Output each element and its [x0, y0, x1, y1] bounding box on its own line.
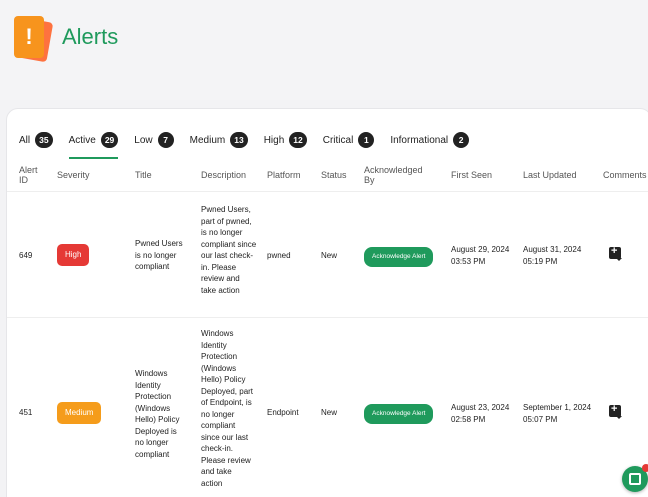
last-updated: August 31, 2024 05:19 PM [523, 244, 581, 267]
header-status[interactable]: Status [321, 170, 347, 180]
tab-count: 29 [100, 132, 119, 148]
tab-low[interactable]: Low 7 [134, 123, 174, 157]
last-updated-time: 05:07 PM [523, 414, 558, 424]
tab-count: 12 [289, 132, 307, 148]
page-title: Alerts [62, 24, 119, 49]
alert-platform: pwned [267, 251, 291, 260]
tab-count: 35 [35, 132, 53, 148]
header-severity[interactable]: Severity [57, 170, 90, 180]
alert-description: Pwned Users, part of pwned, is no longer… [201, 205, 257, 295]
tab-label: Low [134, 134, 153, 146]
last-updated-date: August 31, 2024 [523, 245, 582, 254]
acknowledge-cell: Acknowledge Alert [364, 404, 434, 424]
severity-cell: Medium [57, 402, 102, 424]
header-description[interactable]: Description [201, 170, 246, 180]
tab-count: 1 [358, 132, 375, 148]
acknowledge-alert-button[interactable]: Acknowledge Alert [364, 247, 434, 267]
alert-title[interactable]: Pwned Users is no longer compliant [135, 238, 187, 273]
notification-dot [642, 464, 648, 472]
tab-label: Critical [322, 134, 354, 146]
first-seen-time: 03:53 PM [451, 256, 486, 266]
last-updated: September 1, 2024 05:07 PM [523, 402, 591, 425]
tab-label: High [263, 134, 285, 146]
header-title[interactable]: Title [135, 170, 152, 180]
tab-label: Medium [189, 134, 226, 146]
alert-status: New [321, 408, 338, 417]
tab-all[interactable]: All 35 [19, 123, 53, 157]
severity-tabs: All 35 Active 29 Low 7 Medium 13 High 12… [19, 123, 485, 159]
header-comments[interactable]: Comments [603, 170, 647, 180]
header-acknowledged-by[interactable]: Acknowledged By [364, 165, 434, 185]
table-header: Alert ID Severity Title Description Plat… [7, 161, 648, 191]
tab-informational[interactable]: Informational 2 [390, 123, 470, 157]
tab-label: Informational [390, 134, 449, 146]
alerts-card: All 35 Active 29 Low 7 Medium 13 High 12… [6, 108, 648, 497]
header-platform[interactable]: Platform [267, 170, 301, 180]
tab-critical[interactable]: Critical 1 [323, 123, 375, 157]
last-updated-time: 05:19 PM [523, 256, 558, 266]
severity-badge: Medium [57, 402, 102, 424]
severity-cell: High [57, 244, 90, 266]
table-row: 451 Medium Windows Identity Protection (… [7, 317, 648, 497]
tab-label: Active [68, 134, 96, 146]
chat-icon[interactable] [622, 464, 648, 492]
first-seen-time: 02:58 PM [451, 414, 486, 424]
first-seen-date: August 29, 2024 [451, 245, 510, 254]
first-seen: August 29, 2024 03:53 PM [451, 244, 509, 267]
alert-icon: ! [12, 16, 54, 63]
tab-medium[interactable]: Medium 13 [190, 123, 248, 157]
table-row: 649 High Pwned Users is no longer compli… [7, 191, 648, 317]
severity-badge: High [57, 244, 90, 266]
alert-id: 451 [19, 408, 33, 417]
first-seen-date: August 23, 2024 [451, 403, 510, 412]
alert-status: New [321, 251, 338, 260]
tab-high[interactable]: High 12 [264, 123, 307, 157]
tab-count: 2 [453, 132, 470, 148]
alert-platform: Endpoint [267, 408, 299, 417]
alert-description: Windows Identity Protection (Windows Hel… [201, 329, 254, 488]
header-first-seen[interactable]: First Seen [451, 170, 492, 180]
last-updated-date: September 1, 2024 [523, 403, 592, 412]
alert-id: 649 [19, 251, 33, 260]
alert-title[interactable]: Windows Identity Protection (Windows Hel… [135, 368, 185, 460]
tab-count: 7 [157, 132, 174, 148]
acknowledge-cell: Acknowledge Alert [364, 247, 434, 267]
first-seen: August 23, 2024 02:58 PM [451, 402, 509, 425]
add-comment-icon[interactable] [609, 403, 622, 419]
page-header: ! Alerts [0, 0, 648, 100]
header-last-updated[interactable]: Last Updated [523, 170, 577, 180]
tab-label: All [19, 134, 31, 146]
add-comment-icon[interactable] [609, 245, 622, 261]
tab-active[interactable]: Active 29 [68, 123, 119, 159]
chat-glyph [629, 473, 641, 485]
tab-count: 13 [230, 132, 248, 148]
acknowledge-alert-button[interactable]: Acknowledge Alert [364, 404, 434, 424]
header-alert-id[interactable]: Alert ID [19, 165, 43, 185]
